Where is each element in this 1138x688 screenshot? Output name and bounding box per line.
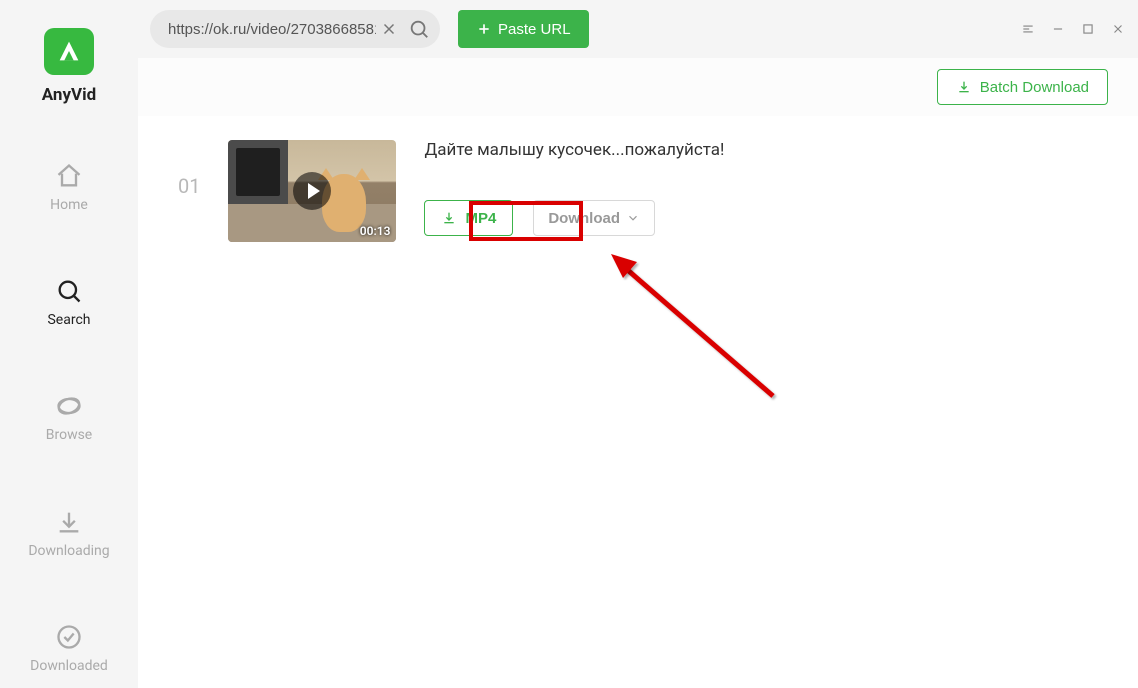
play-icon <box>293 172 331 210</box>
close-icon <box>1111 22 1125 36</box>
app-root: AnyVid Home Search Browse Downloading Do… <box>0 0 1138 688</box>
result-actions: MP4 Download <box>424 200 1098 236</box>
maximize-button[interactable] <box>1080 21 1096 37</box>
video-thumbnail[interactable]: 00:13 <box>228 140 396 242</box>
magnifier-icon <box>408 18 430 40</box>
menu-icon <box>1021 22 1035 36</box>
video-title: Дайте малышу кусочек...пожалуйста! <box>424 140 1098 160</box>
clear-icon <box>380 20 398 38</box>
browse-icon <box>54 391 84 421</box>
video-duration: 00:13 <box>360 224 391 238</box>
result-index: 01 <box>178 140 200 198</box>
mp4-label: MP4 <box>465 210 496 227</box>
chevron-down-icon <box>626 211 640 225</box>
sidebar-item-label: Downloading <box>28 543 109 559</box>
menu-button[interactable] <box>1020 21 1036 37</box>
sidebar-item-label: Browse <box>46 427 92 443</box>
sidebar-item-browse[interactable]: Browse <box>0 377 138 457</box>
main-panel: Paste URL Batch Download 01 <box>138 0 1138 688</box>
check-circle-icon <box>54 622 84 652</box>
topbar: Paste URL <box>138 0 1138 58</box>
sidebar-item-downloading[interactable]: Downloading <box>0 493 138 573</box>
minimize-button[interactable] <box>1050 21 1066 37</box>
close-button[interactable] <box>1110 21 1126 37</box>
sidebar-item-label: Downloaded <box>30 658 108 674</box>
maximize-icon <box>1081 22 1095 36</box>
plus-icon <box>476 21 492 37</box>
clear-input-button[interactable] <box>376 16 402 42</box>
batch-download-label: Batch Download <box>980 79 1089 96</box>
download-dropdown-button[interactable]: Download <box>533 200 655 236</box>
home-icon <box>54 161 84 191</box>
sidebar: AnyVid Home Search Browse Downloading Do… <box>0 0 138 688</box>
batch-download-button[interactable]: Batch Download <box>937 69 1108 105</box>
paste-url-button[interactable]: Paste URL <box>458 10 589 48</box>
sidebar-item-label: Search <box>47 312 90 328</box>
result-row: 01 00:13 Дайте малышу кусочек...пожалуйс… <box>178 140 1098 242</box>
sidebar-item-search[interactable]: Search <box>0 262 138 342</box>
download-icon <box>956 79 972 95</box>
sidebar-item-downloaded[interactable]: Downloaded <box>0 608 138 688</box>
app-name: AnyVid <box>42 85 96 105</box>
download-label: Download <box>548 210 620 227</box>
download-arrow-icon <box>54 507 84 537</box>
search-box <box>150 10 440 48</box>
sidebar-item-label: Home <box>50 197 88 213</box>
anyvid-logo-icon <box>55 37 83 65</box>
window-controls <box>1020 21 1126 37</box>
toolbar: Batch Download <box>138 58 1138 116</box>
minimize-icon <box>1051 22 1065 36</box>
app-logo <box>44 28 94 75</box>
sidebar-item-home[interactable]: Home <box>0 147 138 227</box>
annotation-arrow <box>603 246 783 406</box>
paste-url-label: Paste URL <box>498 21 571 38</box>
download-icon <box>441 210 457 226</box>
mp4-button[interactable]: MP4 <box>424 200 513 236</box>
result-info: Дайте малышу кусочек...пожалуйста! MP4 D… <box>424 140 1098 236</box>
search-button[interactable] <box>406 16 432 42</box>
search-icon <box>54 276 84 306</box>
url-input[interactable] <box>168 21 376 38</box>
results-area: 01 00:13 Дайте малышу кусочек...пожалуйс… <box>138 116 1138 688</box>
